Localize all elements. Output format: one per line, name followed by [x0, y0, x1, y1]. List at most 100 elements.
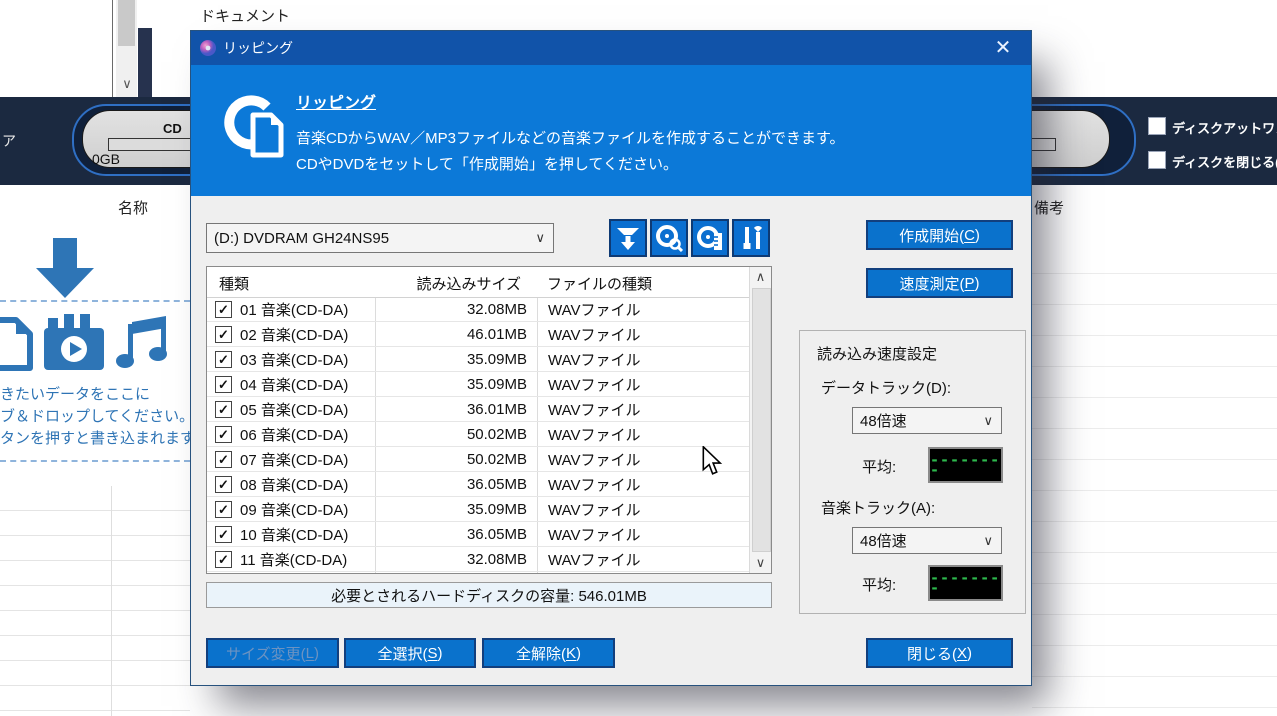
track-type: 09 音楽(CD-DA) — [240, 499, 377, 520]
start-create-button[interactable]: 作成開始(C) — [866, 220, 1013, 250]
table-row[interactable]: ✓ 04 音楽(CD-DA) 35.09MB WAVファイル — [207, 372, 750, 397]
dialog-header: リッピング 音楽CDからWAV／MP3ファイルなどの音楽ファイルを作成することが… — [191, 65, 1031, 196]
panel-divider — [112, 0, 113, 97]
load-media-icon — [614, 224, 642, 252]
drop-arrow-icon — [53, 238, 77, 270]
track-rows: ✓ 01 音楽(CD-DA) 32.08MB WAVファイル ✓ 02 音楽(C… — [207, 297, 750, 574]
app-disc-icon — [199, 39, 217, 57]
chevron-down-icon: ∨ — [535, 230, 545, 246]
dialog-toolbar — [609, 219, 770, 257]
close-disc-label: ディスクを閉じる( — [1172, 152, 1277, 171]
disc-measure-button[interactable] — [691, 219, 729, 257]
track-size: 35.09MB — [377, 501, 537, 518]
chevron-down-icon: ∨ — [983, 533, 993, 549]
average-label: 平均: — [862, 574, 896, 595]
track-checkbox[interactable]: ✓ — [215, 401, 232, 418]
track-filetype: WAVファイル — [537, 524, 641, 545]
dropzone-border-bottom — [0, 460, 190, 462]
close-disc-checkbox[interactable] — [1148, 151, 1166, 169]
deselect-all-button[interactable]: 全解除(K) — [482, 638, 615, 668]
track-checkbox[interactable]: ✓ — [215, 501, 232, 518]
track-filetype: WAVファイル — [537, 499, 641, 520]
select-all-button[interactable]: 全選択(S) — [344, 638, 476, 668]
track-checkbox[interactable]: ✓ — [215, 376, 232, 393]
disc-measure-icon — [696, 224, 724, 252]
scroll-down-icon[interactable]: ∨ — [750, 553, 771, 573]
speed-test-button[interactable]: 速度測定(P) — [866, 268, 1013, 298]
disc-at-once-checkbox[interactable] — [1148, 117, 1166, 135]
background-scrollbar-thumb[interactable] — [118, 0, 135, 46]
drop-arrow-head — [36, 268, 94, 298]
dropzone-text-line1: きたいデータをここに — [0, 383, 150, 404]
track-type: 04 音楽(CD-DA) — [240, 374, 377, 395]
column-header-remarks: 備考 — [1034, 197, 1064, 218]
file-grid-divider — [111, 486, 112, 716]
resize-button[interactable]: サイズ変更(L) — [206, 638, 339, 668]
track-list-header: 種類 読み込みサイズ ファイルの種類 — [207, 267, 750, 298]
table-row[interactable]: ✓ 02 音楽(CD-DA) 46.01MB WAVファイル — [207, 322, 750, 347]
track-checkbox[interactable]: ✓ — [215, 451, 232, 468]
file-grid-left — [0, 486, 190, 716]
disc-search-icon — [655, 224, 683, 252]
track-checkbox[interactable]: ✓ — [215, 551, 232, 568]
track-size: 46.01MB — [377, 326, 537, 343]
scrollbar-thumb[interactable] — [752, 288, 771, 552]
disc-at-once-label: ディスクアットワン — [1172, 118, 1277, 137]
track-filetype: WAVファイル — [537, 324, 641, 345]
table-row[interactable]: ✓ 08 音楽(CD-DA) 36.05MB WAVファイル — [207, 472, 750, 497]
audio-track-label: 音楽トラック(A): — [821, 497, 935, 518]
track-type: 02 音楽(CD-DA) — [240, 324, 377, 345]
ripping-link[interactable]: リッピング — [296, 89, 376, 113]
close-icon[interactable]: ✕ — [989, 34, 1017, 62]
track-size: 50.02MB — [377, 451, 537, 468]
table-row[interactable]: ✓ 10 音楽(CD-DA) 36.05MB WAVファイル — [207, 522, 750, 547]
column-header-filetype: ファイルの種類 — [547, 273, 652, 294]
track-filetype: WAVファイル — [537, 424, 641, 445]
track-filetype: WAVファイル — [537, 449, 641, 470]
load-media-button[interactable] — [609, 219, 647, 257]
table-row[interactable]: ✓ 09 音楽(CD-DA) 35.09MB WAVファイル — [207, 497, 750, 522]
table-row[interactable]: ✓ 06 音楽(CD-DA) 50.02MB WAVファイル — [207, 422, 750, 447]
read-speed-group: 読み込み速度設定 データトラック(D): 48倍速 ∨ 平均: --------… — [799, 330, 1026, 614]
track-type: 12 音楽(CD-DA) — [240, 574, 377, 575]
chevron-down-icon: ∨ — [983, 413, 993, 429]
track-checkbox[interactable]: ✓ — [215, 351, 232, 368]
track-list-scrollbar[interactable]: ∧ ∨ — [749, 267, 771, 573]
dialog-titlebar[interactable]: リッピング ✕ — [191, 31, 1031, 65]
table-row[interactable]: ✓ 11 音楽(CD-DA) 32.08MB WAVファイル — [207, 547, 750, 572]
column-header-type: 種類 — [219, 273, 249, 294]
drive-select-value: (D:) DVDRAM GH24NS95 — [214, 230, 389, 247]
dropzone-text-line2: ブ＆ドロップしてください。 — [0, 405, 194, 426]
audio-track-select[interactable]: 48倍速 ∨ — [852, 527, 1002, 554]
table-row[interactable]: ✓ 03 音楽(CD-DA) 35.09MB WAVファイル — [207, 347, 750, 372]
track-checkbox[interactable]: ✓ — [215, 426, 232, 443]
track-filetype: WAVファイル — [537, 399, 641, 420]
data-track-select[interactable]: 48倍速 ∨ — [852, 407, 1002, 434]
table-row[interactable]: ✓ 05 音楽(CD-DA) 36.01MB WAVファイル — [207, 397, 750, 422]
close-button[interactable]: 閉じる(X) — [866, 638, 1013, 668]
audio-track-value: 48倍速 — [860, 530, 907, 551]
settings-tools-button[interactable] — [732, 219, 770, 257]
track-size: 35.09MB — [377, 351, 537, 368]
table-row[interactable]: ✓ 12 音楽(CD-DA) 33.04MB WAVファイル — [207, 572, 750, 574]
column-header-name: 名称 — [118, 197, 148, 218]
dropzone-border-top — [0, 300, 190, 302]
required-capacity-bar: 必要とされるハードディスクの容量: 546.01MB — [206, 582, 772, 608]
track-type: 06 音楽(CD-DA) — [240, 424, 377, 445]
audio-track-average-display: -------- — [928, 565, 1003, 601]
disc-search-button[interactable] — [650, 219, 688, 257]
ripping-header-icon — [223, 91, 287, 172]
drive-select[interactable]: (D:) DVDRAM GH24NS95 ∨ — [206, 223, 554, 253]
track-type: 11 音楽(CD-DA) — [240, 549, 377, 570]
track-checkbox[interactable]: ✓ — [215, 326, 232, 343]
track-checkbox[interactable]: ✓ — [215, 526, 232, 543]
table-row[interactable]: ✓ 01 音楽(CD-DA) 32.08MB WAVファイル — [207, 297, 750, 322]
track-checkbox[interactable]: ✓ — [215, 476, 232, 493]
scroll-up-icon[interactable]: ∧ — [750, 267, 771, 287]
track-size: 32.08MB — [377, 551, 537, 568]
chevron-down-icon[interactable]: ∨ — [119, 76, 135, 92]
track-filetype: WAVファイル — [537, 374, 641, 395]
track-checkbox[interactable]: ✓ — [215, 301, 232, 318]
data-track-average-display: -------- — [928, 447, 1003, 483]
table-row[interactable]: ✓ 07 音楽(CD-DA) 50.02MB WAVファイル — [207, 447, 750, 472]
